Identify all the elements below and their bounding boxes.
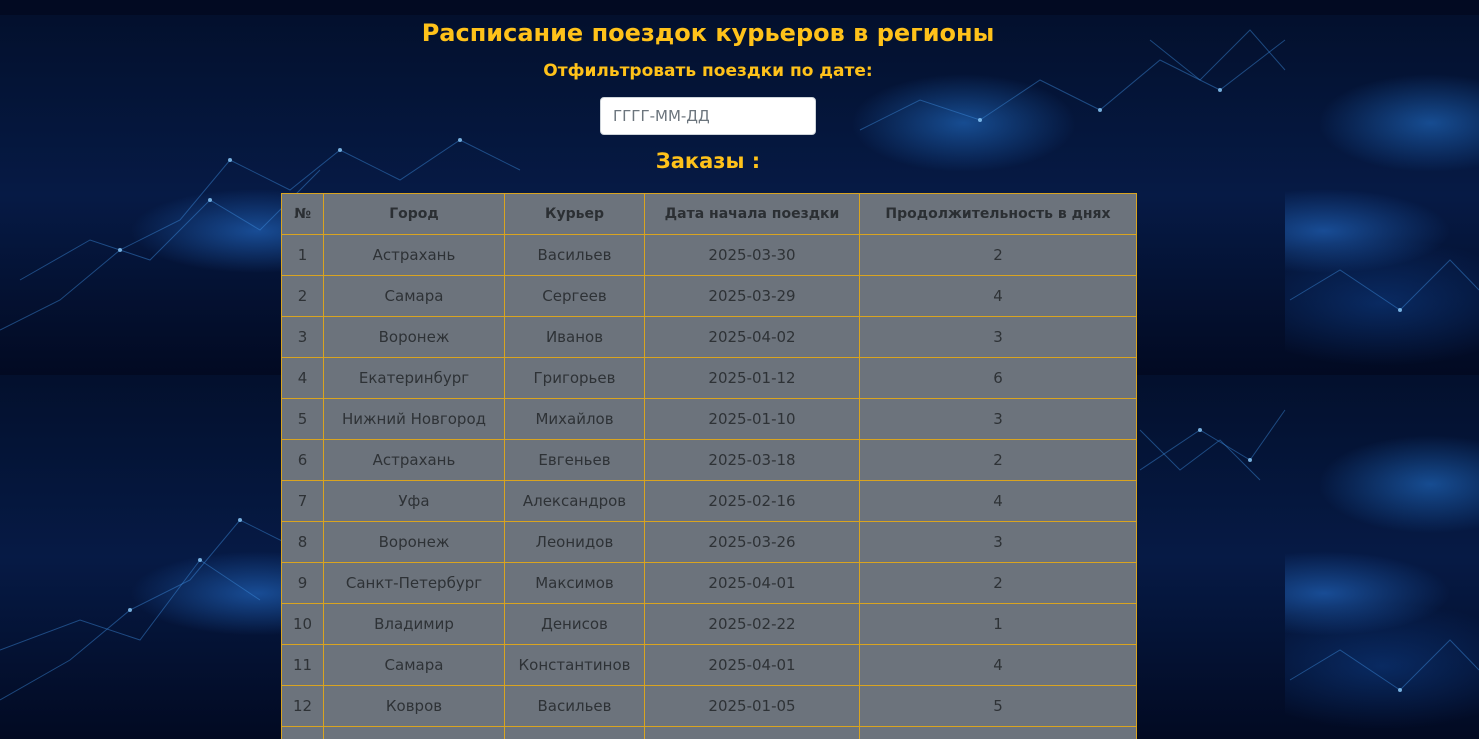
table-row: 2 Самара Сергеев 2025-03-29 4 bbox=[281, 275, 1137, 317]
cell-start-date bbox=[644, 726, 860, 739]
table-body: 1 Астрахань Васильев 2025-03-30 2 2 Самара Серг… bbox=[281, 234, 1137, 739]
cell-start-date: 2025-01-05 bbox=[644, 685, 860, 727]
cell-city: Нижний Новгород bbox=[323, 398, 505, 440]
cell-duration: 2 bbox=[859, 234, 1137, 276]
cell-courier: Васильев bbox=[504, 234, 645, 276]
cell-duration: 3 bbox=[859, 521, 1137, 563]
cell-city bbox=[323, 726, 505, 739]
cell-duration: 6 bbox=[859, 357, 1137, 399]
cell-courier: Григорьев bbox=[504, 357, 645, 399]
cell-duration: 1 bbox=[859, 603, 1137, 645]
cell-duration: 4 bbox=[859, 275, 1137, 317]
cell-city: Самара bbox=[323, 275, 505, 317]
cell-courier: Александров bbox=[504, 480, 645, 522]
cell-number: 12 bbox=[281, 685, 324, 727]
date-filter-input[interactable] bbox=[600, 97, 816, 135]
filter-date-label: Отфильтровать поездки по дате: bbox=[543, 61, 873, 81]
table-header-row: № Город Курьер Дата начала поездки Продолжит… bbox=[281, 193, 1137, 235]
cell-duration: 5 bbox=[859, 685, 1137, 727]
cell-number: 1 bbox=[281, 234, 324, 276]
cell-city: Воронеж bbox=[323, 316, 505, 358]
cell-number: 2 bbox=[281, 275, 324, 317]
cell-city: Уфа bbox=[323, 480, 505, 522]
cell-start-date: 2025-02-22 bbox=[644, 603, 860, 645]
cell-courier: Васильев bbox=[504, 685, 645, 727]
cell-start-date: 2025-03-26 bbox=[644, 521, 860, 563]
table-row: 3 Воронеж Иванов 2025-04-02 3 bbox=[281, 316, 1137, 358]
column-duration-header: Продолжительность в днях bbox=[859, 193, 1137, 235]
orders-heading: Заказы : bbox=[655, 149, 761, 173]
orders-table: № Город Курьер Дата начала поездки Продолжит… bbox=[281, 193, 1137, 739]
cell-number bbox=[281, 726, 324, 739]
cell-city: Санкт-Петербург bbox=[323, 562, 505, 604]
table-row: 4 Екатеринбург Григорьев 2025-01-12 6 bbox=[281, 357, 1137, 399]
cell-city: Ковров bbox=[323, 685, 505, 727]
cell-start-date: 2025-04-01 bbox=[644, 644, 860, 686]
table-row: 11 Самара Константинов 2025-04-01 4 bbox=[281, 644, 1137, 686]
column-courier-header: Курьер bbox=[504, 193, 645, 235]
cell-duration: 2 bbox=[859, 439, 1137, 481]
cell-start-date: 2025-03-30 bbox=[644, 234, 860, 276]
cell-duration: 4 bbox=[859, 644, 1137, 686]
cell-city: Владимир bbox=[323, 603, 505, 645]
table-row: 10 Владимир Денисов 2025-02-22 1 bbox=[281, 603, 1137, 645]
cell-start-date: 2025-03-29 bbox=[644, 275, 860, 317]
cell-courier bbox=[504, 726, 645, 739]
cell-city: Воронеж bbox=[323, 521, 505, 563]
cell-city: Самара bbox=[323, 644, 505, 686]
table-row bbox=[281, 726, 1137, 739]
column-city-header: Город bbox=[323, 193, 505, 235]
page-content: Расписание поездок курьеров в регионы От… bbox=[0, 0, 1479, 739]
cell-courier: Евгеньев bbox=[504, 439, 645, 481]
cell-duration: 2 bbox=[859, 562, 1137, 604]
table-row: 9 Санкт-Петербург Максимов 2025-04-01 2 bbox=[281, 562, 1137, 604]
cell-city: Екатеринбург bbox=[323, 357, 505, 399]
cell-courier: Иванов bbox=[504, 316, 645, 358]
cell-start-date: 2025-01-12 bbox=[644, 357, 860, 399]
cell-start-date: 2025-03-18 bbox=[644, 439, 860, 481]
cell-duration: 3 bbox=[859, 398, 1137, 440]
cell-number: 9 bbox=[281, 562, 324, 604]
cell-duration: 4 bbox=[859, 480, 1137, 522]
cell-courier: Сергеев bbox=[504, 275, 645, 317]
cell-number: 5 bbox=[281, 398, 324, 440]
table-row: 8 Воронеж Леонидов 2025-03-26 3 bbox=[281, 521, 1137, 563]
table-row: 1 Астрахань Васильев 2025-03-30 2 bbox=[281, 234, 1137, 276]
cell-courier: Михайлов bbox=[504, 398, 645, 440]
cell-number: 11 bbox=[281, 644, 324, 686]
cell-courier: Денисов bbox=[504, 603, 645, 645]
table-row: 5 Нижний Новгород Михайлов 2025-01-10 3 bbox=[281, 398, 1137, 440]
column-start-date-header: Дата начала поездки bbox=[644, 193, 860, 235]
page-title: Расписание поездок курьеров в регионы bbox=[421, 19, 995, 47]
cell-number: 7 bbox=[281, 480, 324, 522]
cell-number: 4 bbox=[281, 357, 324, 399]
cell-number: 6 bbox=[281, 439, 324, 481]
cell-duration bbox=[859, 726, 1137, 739]
table-header: № Город Курьер Дата начала поездки Продолжит… bbox=[281, 193, 1137, 235]
cell-duration: 3 bbox=[859, 316, 1137, 358]
table-row: 7 Уфа Александров 2025-02-16 4 bbox=[281, 480, 1137, 522]
cell-start-date: 2025-01-10 bbox=[644, 398, 860, 440]
cell-courier: Леонидов bbox=[504, 521, 645, 563]
cell-number: 10 bbox=[281, 603, 324, 645]
cell-start-date: 2025-04-01 bbox=[644, 562, 860, 604]
cell-courier: Максимов bbox=[504, 562, 645, 604]
cell-city: Астрахань bbox=[323, 439, 505, 481]
column-number-header: № bbox=[281, 193, 324, 235]
cell-city: Астрахань bbox=[323, 234, 505, 276]
cell-number: 8 bbox=[281, 521, 324, 563]
cell-start-date: 2025-04-02 bbox=[644, 316, 860, 358]
table-row: 12 Ковров Васильев 2025-01-05 5 bbox=[281, 685, 1137, 727]
table-row: 6 Астрахань Евгеньев 2025-03-18 2 bbox=[281, 439, 1137, 481]
cell-courier: Константинов bbox=[504, 644, 645, 686]
cell-number: 3 bbox=[281, 316, 324, 358]
cell-start-date: 2025-02-16 bbox=[644, 480, 860, 522]
